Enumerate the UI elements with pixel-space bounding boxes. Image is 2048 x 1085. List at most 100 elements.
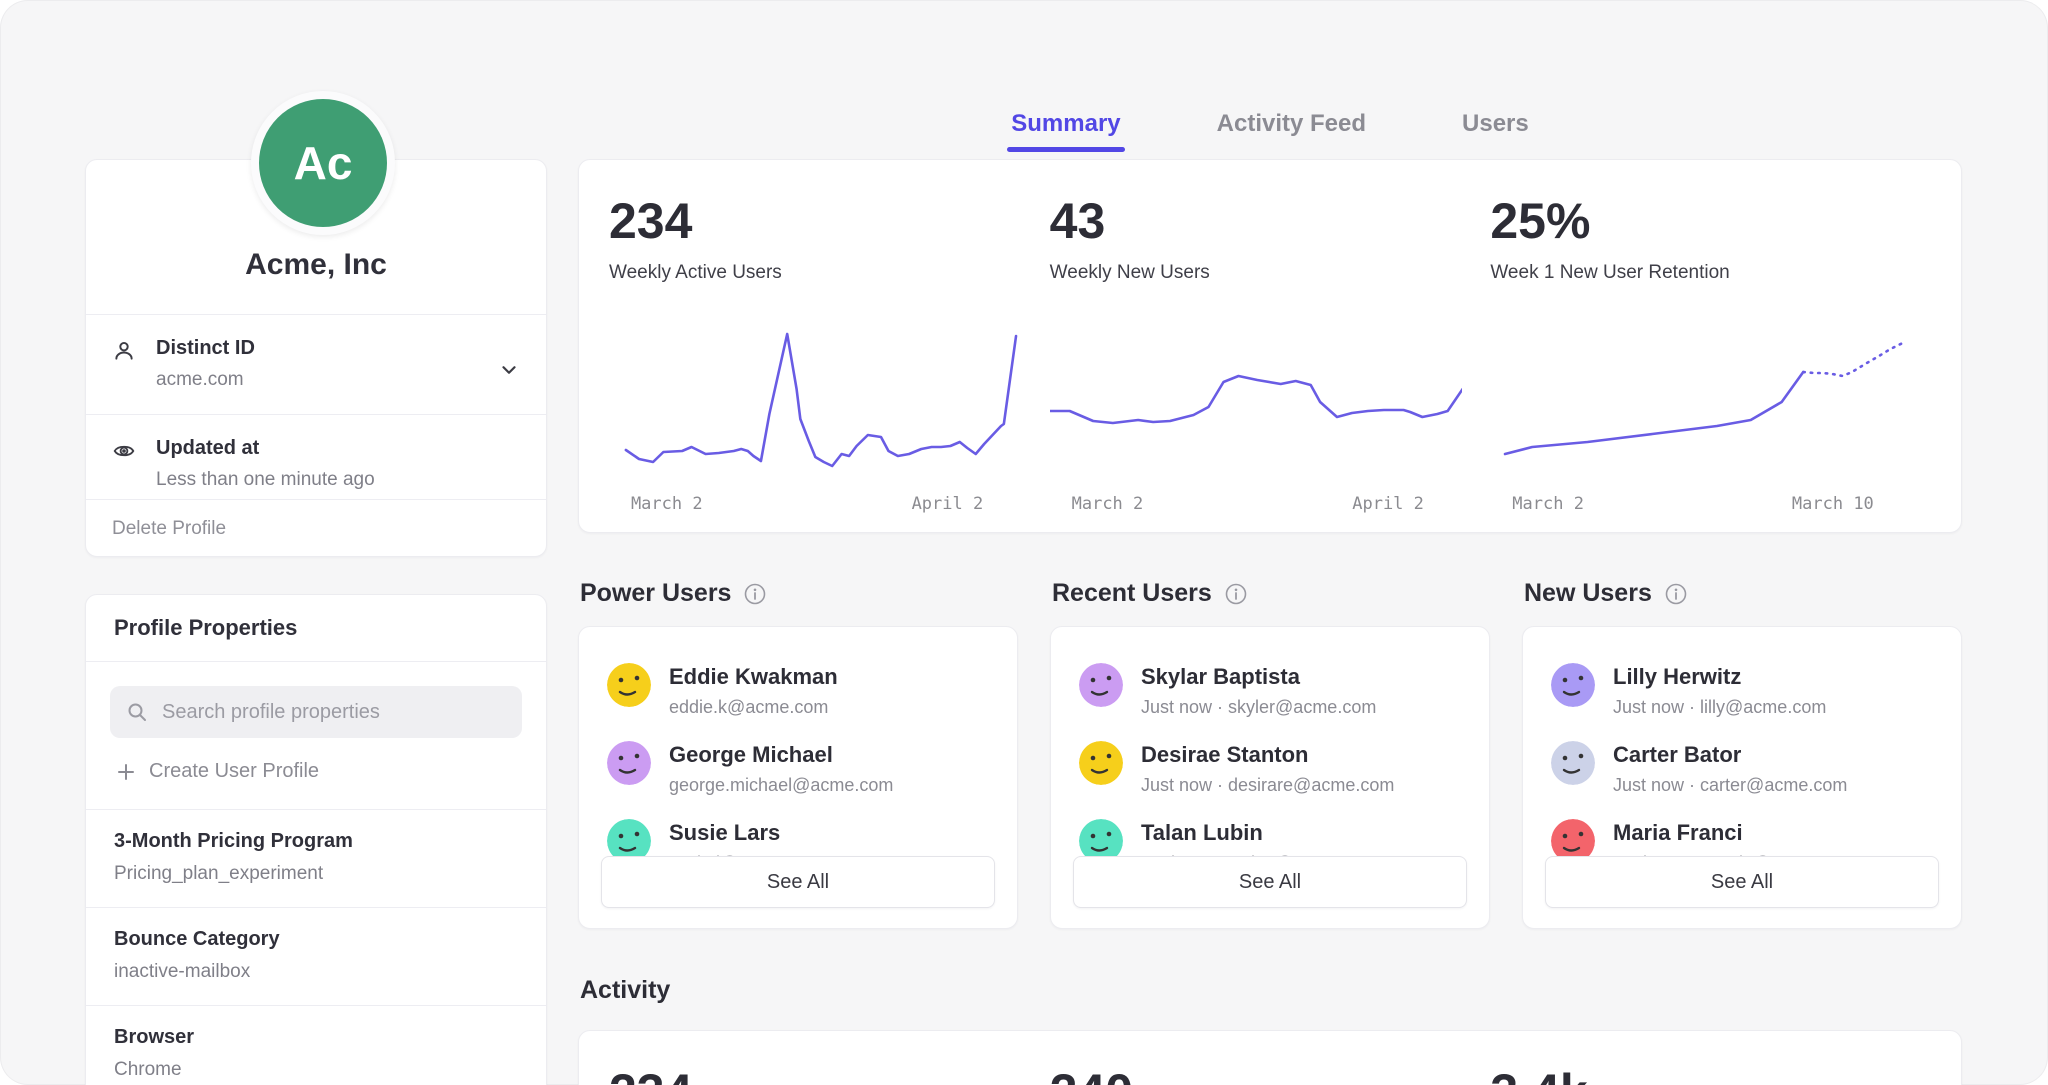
user-avatar bbox=[1079, 663, 1123, 707]
chevron-down-icon[interactable] bbox=[498, 359, 520, 381]
list-item[interactable]: Carter Bator Just now · carter@acme.com bbox=[1551, 741, 1933, 796]
see-all-button[interactable]: See All bbox=[1073, 856, 1467, 908]
user-name: George Michael bbox=[669, 742, 893, 768]
x-axis: March 2 April 2 bbox=[1050, 488, 1463, 522]
tab-bar: Summary Activity Feed Users bbox=[578, 110, 1962, 152]
user-meta: Just now · carter@acme.com bbox=[1613, 775, 1847, 796]
user-name: Carter Bator bbox=[1613, 742, 1847, 768]
recent-users-card: Skylar Baptista Just now · skyler@acme.c… bbox=[1050, 626, 1490, 929]
tab-users[interactable]: Users bbox=[1462, 110, 1529, 152]
list-item[interactable]: Eddie Kwakman eddie.k@acme.com bbox=[607, 663, 989, 718]
updated-at-row: Updated at Less than one minute ago bbox=[86, 415, 546, 500]
recent-users-title: Recent Users bbox=[1052, 579, 1212, 608]
activity-card: 234 240 3.4k bbox=[578, 1030, 1962, 1085]
search-input[interactable] bbox=[160, 700, 506, 725]
create-user-profile-label: Create User Profile bbox=[149, 760, 319, 783]
x-axis-tick: March 10 bbox=[1792, 494, 1874, 514]
property-name: Browser bbox=[114, 1026, 518, 1049]
stat-weekly-new-users: 43 Weekly New Users March 2 April 2 bbox=[1050, 196, 1491, 532]
stat-value: 240 bbox=[1050, 1067, 1463, 1085]
activity-section: Activity 234 240 3.4k bbox=[578, 976, 1962, 1085]
user-avatar bbox=[607, 741, 651, 785]
property-value: inactive-mailbox bbox=[114, 961, 518, 983]
recent-users-group: Recent Users bbox=[1050, 579, 1490, 929]
property-name: 3-Month Pricing Program bbox=[114, 830, 518, 853]
user-lists-row: Power Users bbox=[578, 579, 1962, 929]
weekly-active-users-chart bbox=[609, 314, 1022, 474]
stat-weekly-active-users: 234 Weekly Active Users March 2 April 2 bbox=[609, 196, 1050, 532]
info-icon[interactable] bbox=[1224, 582, 1248, 606]
list-item[interactable]: George Michael george.michael@acme.com bbox=[607, 741, 989, 796]
stat-value: 43 bbox=[1050, 196, 1463, 246]
summary-card: 234 Weekly Active Users March 2 April 2 … bbox=[578, 159, 1962, 533]
profile-properties-card: Profile Properties bbox=[85, 594, 547, 1085]
delete-profile-button[interactable]: Delete Profile bbox=[86, 500, 546, 557]
user-avatar bbox=[607, 663, 651, 707]
property-value: Chrome bbox=[114, 1059, 518, 1081]
distinct-id-row[interactable]: Distinct ID acme.com bbox=[86, 315, 546, 415]
user-meta: george.michael@acme.com bbox=[669, 775, 893, 796]
user-avatar bbox=[1551, 741, 1595, 785]
user-avatar bbox=[1079, 741, 1123, 785]
activity-stat: 240 bbox=[1050, 1067, 1491, 1085]
activity-stat: 3.4k bbox=[1490, 1067, 1931, 1085]
x-axis-tick: March 2 bbox=[631, 494, 703, 514]
user-meta: Just now · lilly@acme.com bbox=[1613, 697, 1826, 718]
tab-activity-feed[interactable]: Activity Feed bbox=[1217, 110, 1366, 152]
property-row[interactable]: 3-Month Pricing Program Pricing_plan_exp… bbox=[86, 810, 546, 908]
user-name: Susie Lars bbox=[669, 820, 821, 846]
info-icon[interactable] bbox=[743, 582, 767, 606]
x-axis-tick: March 2 bbox=[1072, 494, 1144, 514]
updated-at-value: Less than one minute ago bbox=[156, 469, 375, 491]
distinct-id-value: acme.com bbox=[156, 369, 255, 391]
week1-retention-chart bbox=[1490, 314, 1903, 474]
profile-properties-tools: Create User Profile bbox=[86, 662, 546, 810]
x-axis-tick: April 2 bbox=[1352, 494, 1424, 514]
user-name: Lilly Herwitz bbox=[1613, 664, 1826, 690]
property-row[interactable]: Browser Chrome bbox=[86, 1006, 546, 1085]
list-item[interactable]: Desirae Stanton Just now · desirare@acme… bbox=[1079, 741, 1461, 796]
list-item[interactable]: Lilly Herwitz Just now · lilly@acme.com bbox=[1551, 663, 1933, 718]
stat-label: Week 1 New User Retention bbox=[1490, 262, 1903, 284]
user-meta: eddie.k@acme.com bbox=[669, 697, 838, 718]
stat-value: 25% bbox=[1490, 196, 1903, 246]
tab-summary[interactable]: Summary bbox=[1011, 110, 1120, 152]
activity-title: Activity bbox=[578, 976, 1962, 1005]
info-icon[interactable] bbox=[1664, 582, 1688, 606]
stat-value: 234 bbox=[609, 1067, 1022, 1085]
stat-value: 3.4k bbox=[1490, 1067, 1903, 1085]
user-name: Eddie Kwakman bbox=[669, 664, 838, 690]
see-all-button[interactable]: See All bbox=[601, 856, 995, 908]
updated-at-label: Updated at bbox=[156, 437, 375, 460]
stat-label: Weekly New Users bbox=[1050, 262, 1463, 284]
weekly-new-users-chart bbox=[1050, 314, 1463, 474]
power-users-group: Power Users bbox=[578, 579, 1018, 929]
new-users-group: New Users bbox=[1522, 579, 1962, 929]
property-row[interactable]: Bounce Category inactive-mailbox bbox=[86, 908, 546, 1006]
x-axis: March 2 March 10 bbox=[1490, 488, 1903, 522]
distinct-id-label: Distinct ID bbox=[156, 337, 255, 360]
company-avatar: Ac bbox=[251, 91, 395, 235]
power-users-card: Eddie Kwakman eddie.k@acme.com George Mi… bbox=[578, 626, 1018, 929]
see-all-button[interactable]: See All bbox=[1545, 856, 1939, 908]
stat-week1-retention: 25% Week 1 New User Retention March 2 Ma… bbox=[1490, 196, 1931, 532]
new-users-title: New Users bbox=[1524, 579, 1652, 608]
user-profile-page: Ac Acme, Inc Distinct ID acme.com bbox=[0, 0, 2048, 1085]
power-users-title: Power Users bbox=[580, 579, 731, 608]
stat-value: 234 bbox=[609, 196, 1022, 246]
x-axis: March 2 April 2 bbox=[609, 488, 1022, 522]
user-name: Desirae Stanton bbox=[1141, 742, 1394, 768]
user-name: Maria Franci bbox=[1613, 820, 1854, 846]
list-item[interactable]: Skylar Baptista Just now · skyler@acme.c… bbox=[1079, 663, 1461, 718]
create-user-profile-button[interactable]: Create User Profile bbox=[110, 738, 522, 801]
person-icon bbox=[112, 339, 142, 363]
profile-properties-title: Profile Properties bbox=[86, 595, 546, 662]
user-meta: Just now · desirare@acme.com bbox=[1141, 775, 1394, 796]
main-content: Summary Activity Feed Users 234 Weekly A… bbox=[578, 0, 1962, 1085]
user-name: Skylar Baptista bbox=[1141, 664, 1376, 690]
search-profile-properties[interactable] bbox=[110, 686, 522, 738]
x-axis-tick: April 2 bbox=[912, 494, 984, 514]
search-icon bbox=[126, 701, 148, 723]
stat-label: Weekly Active Users bbox=[609, 262, 1022, 284]
eye-icon bbox=[112, 439, 142, 463]
